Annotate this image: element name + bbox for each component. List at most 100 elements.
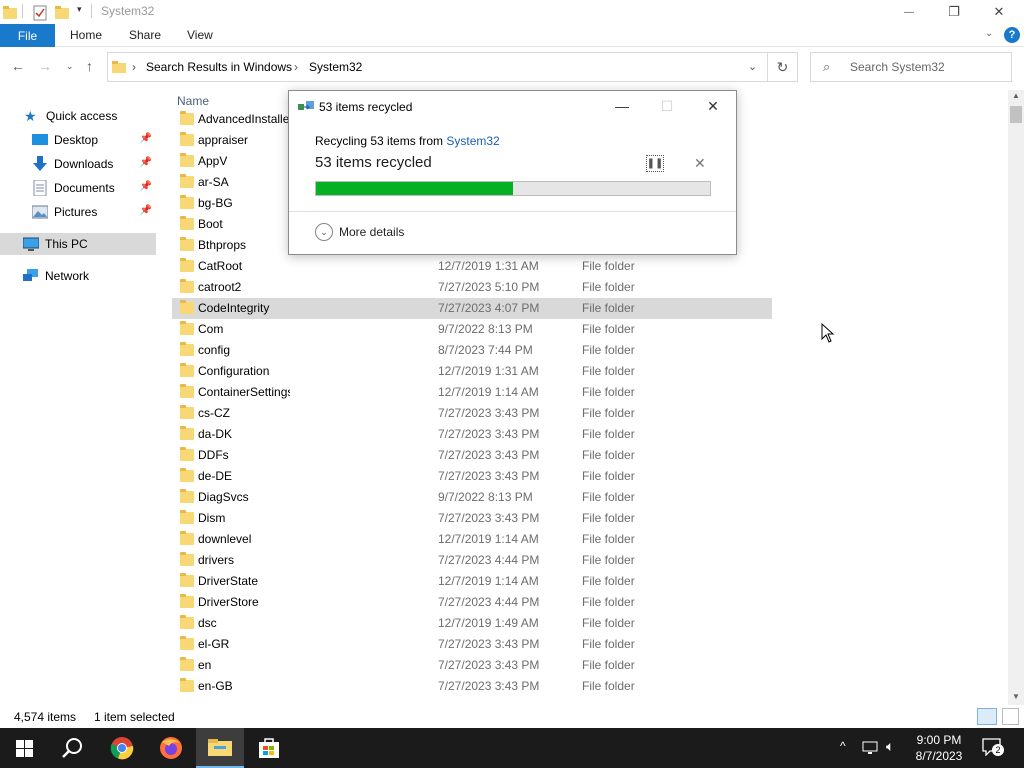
properties-icon[interactable]	[33, 3, 47, 21]
table-row[interactable]: Com 9/7/2022 8:13 PM File folder	[172, 319, 772, 340]
table-row[interactable]: en-GB 7/27/2023 3:43 PM File folder	[172, 676, 772, 697]
recent-locations-icon[interactable]: ⌄	[66, 61, 74, 72]
sidebar-item-network[interactable]: Network	[23, 265, 179, 287]
sidebar-item-desktop[interactable]: Desktop 📌	[32, 129, 156, 151]
desktop-icon	[32, 134, 48, 145]
dialog-close-button[interactable]: ✕	[698, 96, 728, 116]
folder-icon	[180, 552, 194, 566]
vertical-scrollbar[interactable]: ▲ ▼	[1008, 90, 1024, 705]
file-date: 9/7/2022 8:13 PM	[438, 322, 533, 336]
start-button[interactable]	[0, 728, 48, 768]
table-row[interactable]: ContainerSettingsProviders 12/7/2019 1:14…	[172, 382, 772, 403]
clock-date: 8/7/2023	[915, 749, 963, 763]
window-title: System32	[101, 4, 155, 18]
firefox-taskbar-button[interactable]	[147, 728, 195, 768]
clock-time: 9:00 PM	[916, 733, 962, 747]
breadcrumb-search-results[interactable]: Search Results in Windows	[146, 60, 292, 74]
refresh-button[interactable]: ↻	[768, 52, 798, 82]
details-view-icon[interactable]	[977, 708, 997, 725]
pin-icon[interactable]: 📌	[140, 205, 152, 216]
table-row[interactable]: Dism 7/27/2023 3:43 PM File folder	[172, 508, 772, 529]
dialog-minimize-button[interactable]: —	[607, 96, 637, 116]
table-row[interactable]: cs-CZ 7/27/2023 3:43 PM File folder	[172, 403, 772, 424]
address-bar[interactable]: › Search Results in Windows › System32 ⌄	[107, 52, 768, 82]
chrome-taskbar-button[interactable]	[98, 728, 146, 768]
maximize-button[interactable]: ❐	[931, 0, 977, 24]
table-row[interactable]: el-GR 7/27/2023 3:43 PM File folder	[172, 634, 772, 655]
chevron-down-icon: ⌄	[315, 223, 333, 241]
scroll-down-icon[interactable]: ▼	[1012, 692, 1020, 701]
table-row[interactable]: DiagSvcs 9/7/2022 8:13 PM File folder	[172, 487, 772, 508]
selection-count: 1 item selected	[94, 710, 175, 724]
file-name: Boot	[198, 217, 223, 231]
folder-icon	[180, 468, 194, 482]
table-row[interactable]: DriverState 12/7/2019 1:14 AM File folder	[172, 571, 772, 592]
large-icons-view-icon[interactable]	[1002, 708, 1019, 725]
recycle-source-link[interactable]: System32	[446, 134, 499, 148]
item-count: 4,574 items	[14, 710, 77, 724]
column-header-name[interactable]: Name	[177, 94, 209, 108]
table-row[interactable]: CodeIntegrity 7/27/2023 4:07 PM File folde…	[172, 298, 772, 319]
close-button[interactable]: ✕	[976, 0, 1022, 24]
table-row[interactable]: da-DK 7/27/2023 3:43 PM File folder	[172, 424, 772, 445]
search-icon: ⌕	[823, 59, 831, 74]
scroll-up-icon[interactable]: ▲	[1012, 91, 1020, 100]
table-row[interactable]: CatRoot 12/7/2019 1:31 AM File folder	[172, 256, 772, 277]
table-row[interactable]: en 7/27/2023 3:43 PM File folder	[172, 655, 772, 676]
help-button[interactable]: ?	[1004, 27, 1020, 43]
tab-view[interactable]: View	[187, 28, 213, 42]
pin-icon[interactable]: 📌	[140, 181, 152, 192]
file-date: 7/27/2023 3:43 PM	[438, 679, 540, 693]
table-row[interactable]: drivers 7/27/2023 4:44 PM File folder	[172, 550, 772, 571]
action-center-button[interactable]: 2	[982, 738, 1004, 757]
volume-icon[interactable]: 🔈︎	[886, 738, 894, 755]
table-row[interactable]: dsc 12/7/2019 1:49 AM File folder	[172, 613, 772, 634]
sidebar-item-this-pc[interactable]: This PC	[0, 233, 156, 255]
table-row[interactable]: Configuration 12/7/2019 1:31 AM File folde…	[172, 361, 772, 382]
file-name: en	[198, 658, 212, 672]
clock[interactable]: 9:00 PM 8/7/2023	[906, 732, 972, 764]
close-icon: ✕	[707, 97, 719, 114]
breadcrumb-system32[interactable]: System32	[309, 60, 362, 74]
tab-home[interactable]: Home	[70, 28, 102, 42]
more-details-button[interactable]: ⌄ More details	[315, 223, 404, 241]
search-taskbar-button[interactable]	[48, 728, 96, 768]
address-dropdown-icon[interactable]: ⌄	[748, 60, 757, 73]
pin-icon[interactable]: 📌	[140, 157, 152, 168]
sidebar-item-pictures[interactable]: Pictures 📌	[32, 201, 156, 223]
sidebar-item-quick-access[interactable]: ★ Quick access	[24, 105, 180, 127]
store-taskbar-button[interactable]	[245, 728, 293, 768]
search-input[interactable]: ⌕ Search System32	[810, 52, 1012, 82]
sidebar-item-documents[interactable]: Documents 📌	[32, 177, 156, 199]
table-row[interactable]: catroot2 7/27/2023 5:10 PM File folder	[172, 277, 772, 298]
file-type: File folder	[582, 595, 635, 609]
pause-button[interactable]: ❚❚	[646, 155, 664, 172]
sidebar-item-downloads[interactable]: Downloads 📌	[32, 153, 156, 175]
pin-icon[interactable]: 📌	[140, 133, 152, 144]
network-tray-icon[interactable]	[862, 740, 880, 756]
tab-file[interactable]: File	[0, 24, 55, 47]
tab-share[interactable]: Share	[129, 28, 161, 42]
customize-qat-icon[interactable]: ▾	[77, 4, 82, 15]
table-row[interactable]: DDFs 7/27/2023 3:43 PM File folder	[172, 445, 772, 466]
scrollbar-thumb[interactable]	[1010, 106, 1022, 123]
folder-icon	[180, 216, 194, 230]
table-row[interactable]: de-DE 7/27/2023 3:43 PM File folder	[172, 466, 772, 487]
expand-ribbon-icon[interactable]: ⌄	[985, 28, 993, 39]
show-hidden-icons-icon[interactable]: ^	[840, 739, 846, 753]
file-explorer-taskbar-button[interactable]	[196, 728, 244, 768]
up-arrow-icon[interactable]: ↑	[86, 58, 93, 74]
file-name: AdvancedInstallers	[198, 112, 290, 126]
dialog-maximize-button[interactable]: ☐	[652, 96, 682, 116]
search-icon	[62, 738, 82, 758]
table-row[interactable]: config 8/7/2023 7:44 PM File folder	[172, 340, 772, 361]
new-folder-icon[interactable]	[55, 3, 69, 21]
cancel-operation-button[interactable]: ✕	[694, 155, 706, 172]
folder-icon	[180, 426, 194, 440]
forward-arrow-icon[interactable]: →	[38, 58, 52, 74]
table-row[interactable]: downlevel 12/7/2019 1:14 AM File folder	[172, 529, 772, 550]
back-arrow-icon[interactable]: ←	[11, 58, 25, 74]
table-row[interactable]: DriverStore 7/27/2023 4:44 PM File folder	[172, 592, 772, 613]
file-type: File folder	[582, 301, 635, 315]
minimize-button[interactable]: —	[886, 0, 932, 24]
